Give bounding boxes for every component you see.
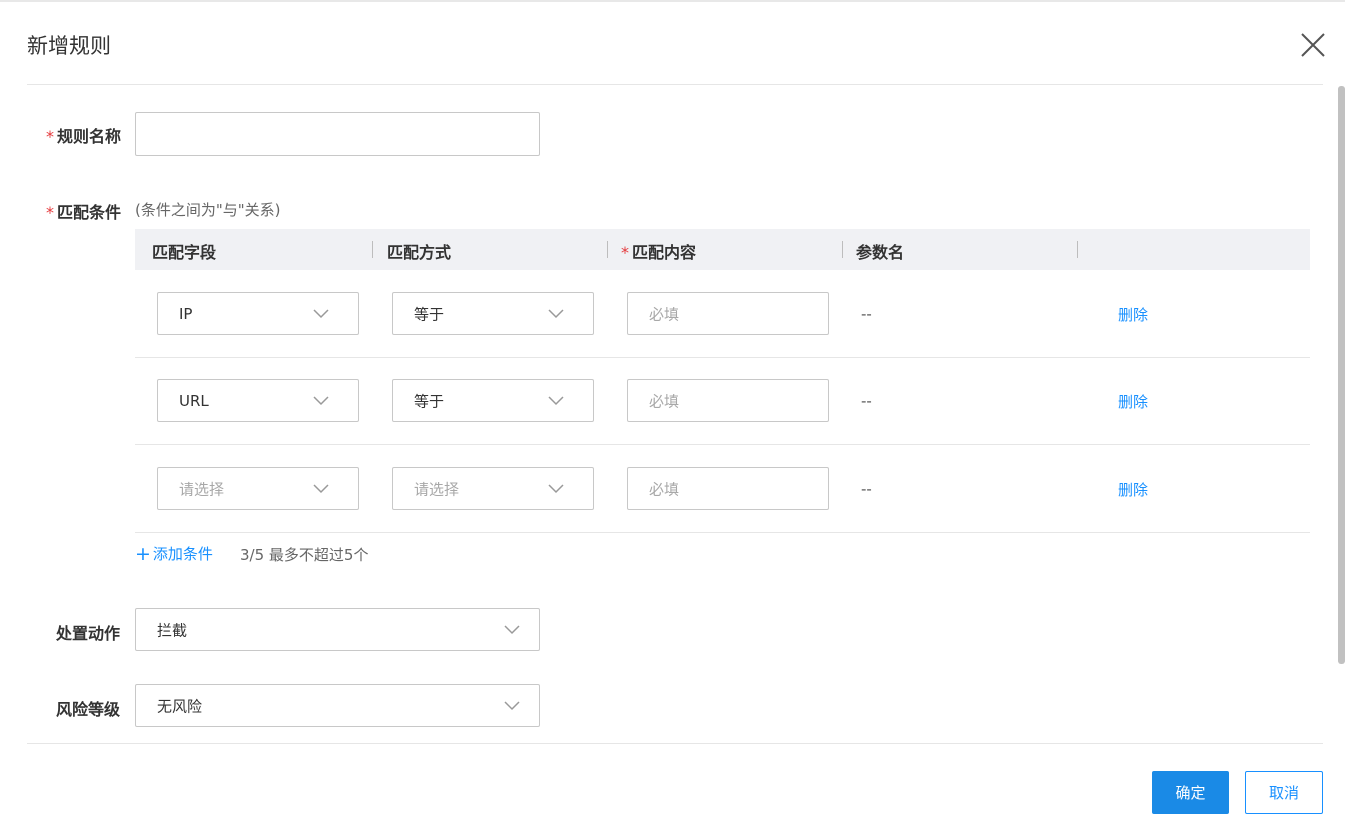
chevron-down-icon: [504, 624, 520, 635]
chevron-down-icon: [548, 308, 564, 319]
content-placeholder: 必填: [649, 480, 680, 498]
column-header-field: 匹配字段: [152, 243, 217, 262]
confirm-button[interactable]: 确定: [1152, 771, 1229, 814]
column-header-method: 匹配方式: [387, 243, 452, 262]
risk-select[interactable]: 无风险: [135, 684, 540, 727]
close-icon[interactable]: [1299, 31, 1327, 59]
method-select-placeholder: 请选择: [414, 480, 460, 498]
add-condition-button[interactable]: + 添加条件: [135, 543, 213, 565]
footer-divider: [27, 743, 1323, 744]
field-select-placeholder: 请选择: [179, 480, 225, 498]
column-separator: [842, 241, 843, 258]
rule-name-input[interactable]: [135, 112, 540, 156]
content-input[interactable]: 必填: [627, 379, 829, 422]
row-divider: [135, 444, 1310, 445]
param-value: --: [861, 480, 872, 498]
column-header-content: * 匹配内容: [621, 243, 697, 262]
required-mark: *: [46, 127, 54, 146]
column-separator: [607, 241, 608, 258]
method-select-value: 等于: [414, 305, 445, 323]
row-divider: [135, 532, 1310, 533]
required-mark: *: [46, 203, 54, 222]
cancel-button[interactable]: 取消: [1245, 771, 1323, 814]
rule-name-label: * 规则名称: [46, 127, 122, 146]
content-input[interactable]: 必填: [627, 292, 829, 335]
plus-icon: +: [135, 543, 151, 565]
field-select[interactable]: 请选择: [157, 467, 359, 510]
chevron-down-icon: [504, 700, 520, 711]
header-divider: [27, 84, 1323, 85]
chevron-down-icon: [313, 483, 329, 494]
action-select[interactable]: 拦截: [135, 608, 540, 651]
conditions-table-header: 匹配字段 匹配方式 * 匹配内容 参数名: [135, 229, 1310, 270]
field-select[interactable]: URL: [157, 379, 359, 422]
field-select-value: IP: [179, 304, 193, 323]
column-separator: [1077, 241, 1078, 258]
chevron-down-icon: [548, 395, 564, 406]
param-value: --: [861, 305, 872, 323]
content-input[interactable]: 必填: [627, 467, 829, 510]
column-separator: [372, 241, 373, 258]
param-value: --: [861, 392, 872, 410]
risk-label: 风险等级: [56, 700, 121, 719]
scrollbar[interactable]: [1338, 86, 1345, 664]
action-select-value: 拦截: [157, 621, 188, 639]
field-select-value: URL: [179, 391, 209, 410]
conditions-hint: (条件之间为"与"关系): [135, 201, 281, 219]
delete-link[interactable]: 删除: [1118, 391, 1148, 412]
content-placeholder: 必填: [649, 392, 680, 410]
method-select-value: 等于: [414, 392, 445, 410]
method-select[interactable]: 请选择: [392, 467, 594, 510]
chevron-down-icon: [313, 308, 329, 319]
conditions-label: * 匹配条件: [46, 203, 122, 222]
chevron-down-icon: [313, 395, 329, 406]
field-select[interactable]: IP: [157, 292, 359, 335]
risk-select-value: 无风险: [157, 697, 203, 715]
top-border: [0, 0, 1345, 2]
column-header-param: 参数名: [856, 243, 905, 262]
add-condition-label: 添加条件: [152, 545, 213, 563]
action-label: 处置动作: [56, 624, 121, 643]
condition-count: 3/5 最多不超过5个: [240, 546, 369, 564]
chevron-down-icon: [548, 483, 564, 494]
method-select[interactable]: 等于: [392, 292, 594, 335]
row-divider: [135, 357, 1310, 358]
delete-link[interactable]: 删除: [1118, 304, 1148, 325]
method-select[interactable]: 等于: [392, 379, 594, 422]
delete-link[interactable]: 删除: [1118, 479, 1148, 500]
dialog-title: 新增规则: [27, 34, 111, 58]
content-placeholder: 必填: [649, 305, 680, 323]
